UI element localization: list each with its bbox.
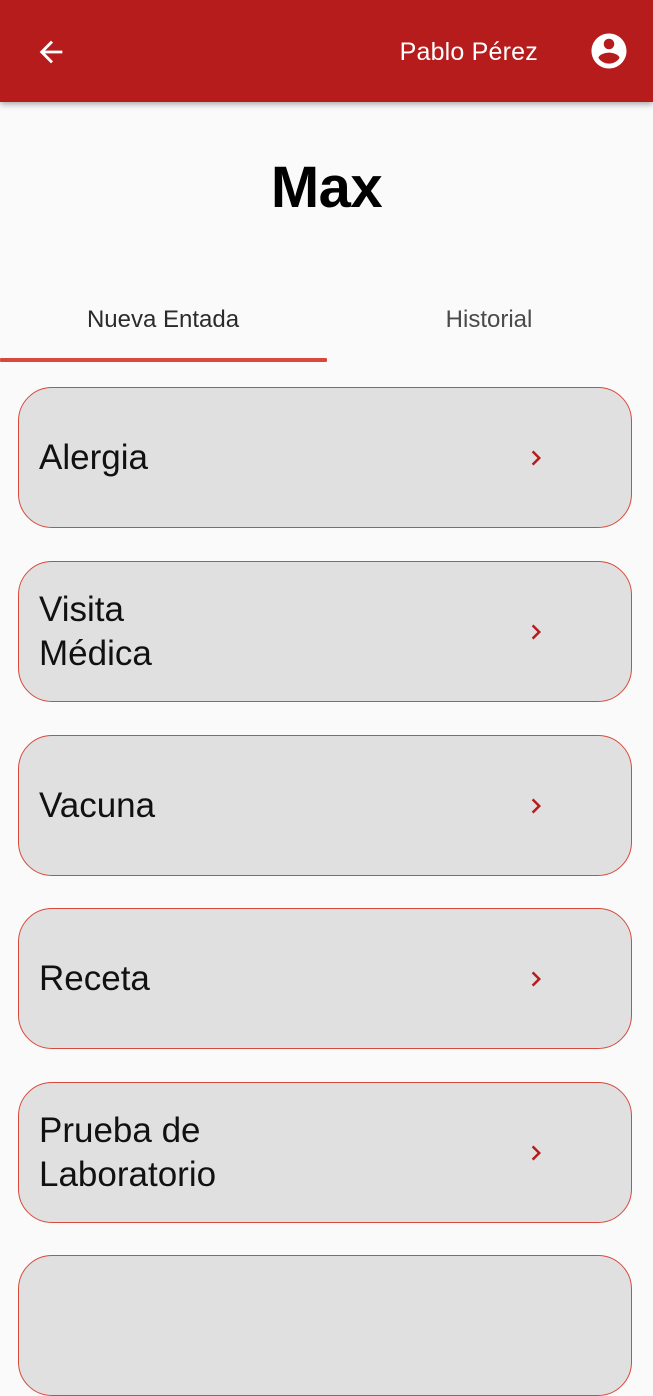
tab-label: Nueva Entada — [86, 306, 240, 333]
tab-bar: Nueva Entada Historial — [0, 288, 653, 364]
account-button[interactable] — [588, 30, 630, 72]
entry-card-label: Receta — [39, 958, 150, 998]
entry-card-label: Alergia — [39, 437, 148, 477]
entry-card-alergia[interactable]: Alergia — [18, 387, 632, 528]
tab-nueva-entrada[interactable]: Nueva Entada — [0, 288, 326, 364]
tab-label: Historial — [445, 306, 533, 333]
chevron-right-icon — [531, 971, 541, 986]
entry-card-label: Vacuna — [39, 785, 156, 825]
back-button[interactable] — [28, 29, 74, 75]
entry-card-label: Visita Médica — [39, 589, 152, 673]
entry-card-partial[interactable] — [18, 1255, 632, 1396]
entry-card-vacuna[interactable]: Vacuna — [18, 735, 632, 876]
chevron-right-icon — [531, 624, 541, 639]
tab-historial[interactable]: Historial — [326, 288, 652, 364]
chevron-right-icon — [531, 798, 541, 813]
chevron-right-icon — [531, 1145, 541, 1160]
pet-name-title: Max — [270, 155, 383, 220]
chevron-right-icon — [531, 450, 541, 465]
tab-indicator — [0, 358, 327, 362]
arrow-left-icon — [39, 40, 63, 64]
entry-card-label: Prueba de Laboratorio — [39, 1110, 217, 1194]
entry-card-visita-medica[interactable]: Visita Médica — [18, 561, 632, 702]
account-circle-icon — [591, 33, 627, 69]
entry-card-prueba-laboratorio[interactable]: Prueba de Laboratorio — [18, 1082, 632, 1223]
app-bar: Pablo Pérez — [0, 0, 653, 102]
user-name: Pablo Pérez — [399, 38, 538, 66]
entry-card-receta[interactable]: Receta — [18, 908, 632, 1049]
